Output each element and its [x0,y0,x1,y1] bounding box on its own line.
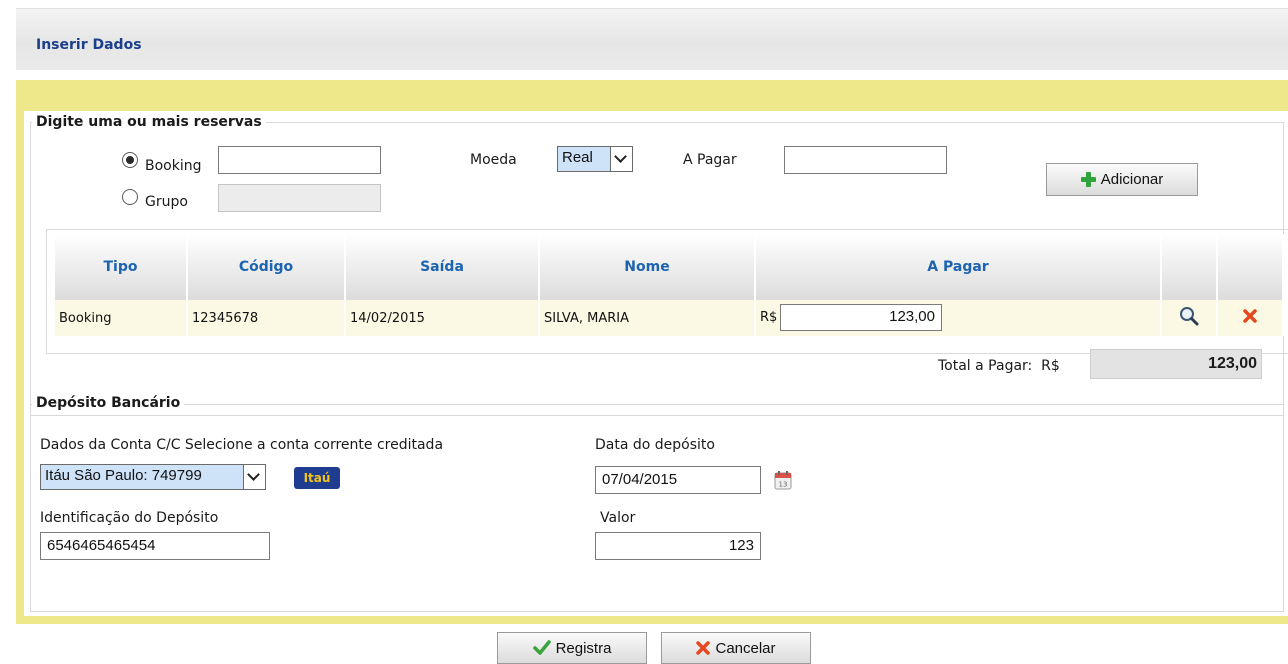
add-button-label: Adicionar [1100,171,1164,188]
deposito-fieldset [30,404,1284,612]
plus-icon [1080,172,1096,187]
reservas-legend: Digite uma ou mais reservas [32,114,266,130]
row-apagar-input[interactable]: 123,00 [780,304,942,331]
cell-saida: 14/02/2015 [345,300,540,336]
data-deposito-input[interactable]: 07/04/2015 [595,466,761,494]
conta-label: Dados da Conta C/C Selecione a conta cor… [40,437,444,453]
total-label-text: Total a Pagar: [938,358,1033,374]
cell-currency: R$ [760,310,778,325]
registra-label: Registra [555,639,612,657]
page-header: Inserir Dados [16,8,1288,70]
registra-button[interactable]: Registra [497,632,647,664]
total-label: Total a Pagar: R$ [938,358,1060,374]
col-header-saida[interactable]: Saída [345,234,540,300]
booking-input[interactable] [218,146,381,174]
magnifier-icon[interactable] [1179,306,1199,326]
col-header-codigo[interactable]: Código [187,234,346,300]
deposito-legend: Depósito Bancário [32,395,185,411]
form-panel: Digite uma ou mais reservas Booking Grup… [16,80,1288,624]
cancelar-button[interactable]: Cancelar [661,632,811,664]
grupo-input[interactable] [218,184,381,212]
cell-nome: SILVA, MARIA [539,300,756,336]
col-header-view [1161,234,1218,300]
col-header-tipo[interactable]: Tipo [55,234,188,300]
cancelar-label: Cancelar [715,639,776,657]
data-deposito-label: Data do depósito [595,437,715,453]
cell-view [1161,300,1218,336]
col-header-remove [1217,234,1284,300]
add-button[interactable]: Adicionar [1046,163,1198,196]
apagar-label: A Pagar [683,152,737,168]
page-title: Inserir Dados [36,37,142,53]
cell-apagar: R$ 123,00 [755,300,1162,336]
moeda-select[interactable]: Real [557,146,633,172]
itau-logo: Itaú [294,467,340,489]
col-header-apagar[interactable]: A Pagar [755,234,1162,300]
close-icon [696,641,711,655]
table-row: Booking 12345678 14/02/2015 SILVA, MARIA… [55,300,1284,336]
remove-icon[interactable] [1243,309,1257,323]
valor-label: Valor [600,510,636,526]
moeda-select-value: Real [562,149,593,166]
svg-text:13: 13 [779,481,788,489]
reservas-table-container: Tipo Código Saída Nome A Pagar Booking 1… [46,229,1288,354]
conta-select-value: Itáu São Paulo: 749799 [45,467,202,484]
grupo-label: Grupo [145,194,188,210]
apagar-input[interactable] [784,146,947,174]
calendar-icon[interactable]: 13 [774,470,792,490]
total-value: 123,00 [1090,349,1262,379]
ident-input[interactable]: 6546465465454 [40,532,270,560]
check-icon [532,640,551,655]
conta-select[interactable]: Itáu São Paulo: 749799 [40,464,266,490]
total-currency: R$ [1041,358,1060,374]
booking-label: Booking [145,158,202,174]
col-header-nome[interactable]: Nome [539,234,756,300]
form-panel-body: Digite uma ou mais reservas Booking Grup… [24,111,1288,616]
cell-remove [1217,300,1284,336]
valor-input[interactable]: 123 [595,532,761,560]
cell-tipo: Booking [55,300,188,336]
chevron-down-icon [243,465,265,489]
reservas-table: Tipo Código Saída Nome A Pagar Booking 1… [55,234,1284,336]
moeda-label: Moeda [470,152,517,168]
booking-radio[interactable] [122,152,138,168]
table-header-row: Tipo Código Saída Nome A Pagar [55,234,1284,300]
grupo-radio[interactable] [122,189,138,205]
cell-codigo: 12345678 [187,300,346,336]
ident-label: Identificação do Depósito [40,510,219,526]
chevron-down-icon [610,147,632,171]
